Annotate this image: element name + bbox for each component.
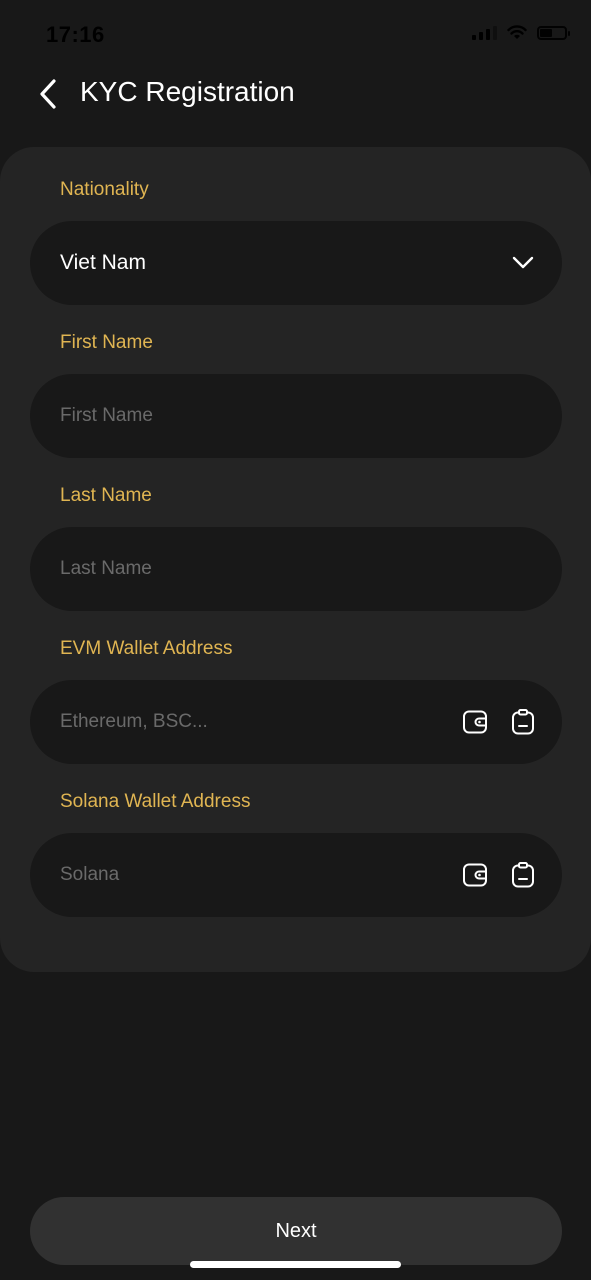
next-button[interactable]: Next <box>30 1197 562 1265</box>
clipboard-icon <box>512 709 534 735</box>
nationality-select[interactable]: Viet Nam <box>30 221 562 305</box>
evm-wallet-actions <box>462 709 536 735</box>
kyc-registration-screen: 17:16 KYC Registration Nationality Viet … <box>0 0 591 1280</box>
last-name-input[interactable] <box>60 549 532 589</box>
back-button[interactable] <box>26 72 70 116</box>
first-name-input[interactable] <box>60 396 532 436</box>
chevron-down-icon <box>512 256 534 269</box>
status-time: 17:16 <box>46 22 105 47</box>
nationality-label: Nationality <box>60 179 149 200</box>
nationality-value: Viet Nam <box>60 251 146 274</box>
solana-paste-button[interactable] <box>510 862 536 888</box>
header: KYC Registration <box>0 62 591 126</box>
chevron-left-icon <box>40 79 56 109</box>
first-name-field-container <box>30 374 562 458</box>
evm-wallet-field-container <box>30 680 562 764</box>
solana-connect-wallet-button[interactable] <box>462 862 488 888</box>
evm-paste-button[interactable] <box>510 709 536 735</box>
last-name-field-container <box>30 527 562 611</box>
wallet-icon <box>463 710 487 734</box>
solana-wallet-label: Solana Wallet Address <box>60 791 251 812</box>
solana-wallet-input[interactable] <box>60 855 462 895</box>
page-title: KYC Registration <box>80 76 295 107</box>
wallet-icon <box>463 863 487 887</box>
evm-wallet-label: EVM Wallet Address <box>60 638 233 659</box>
kyc-form-card: Nationality Viet Nam First Name Last Nam… <box>0 147 591 972</box>
evm-wallet-input[interactable] <box>60 702 462 742</box>
wifi-icon <box>507 25 527 39</box>
status-icons <box>472 25 570 40</box>
first-name-label: First Name <box>60 332 153 353</box>
last-name-label: Last Name <box>60 485 152 506</box>
evm-connect-wallet-button[interactable] <box>462 709 488 735</box>
home-indicator <box>190 1261 401 1268</box>
solana-wallet-actions <box>462 862 536 888</box>
clipboard-icon <box>512 862 534 888</box>
status-bar: 17:16 <box>0 0 591 62</box>
battery-icon <box>537 25 570 40</box>
solana-wallet-field-container <box>30 833 562 917</box>
signal-icon <box>472 25 497 40</box>
